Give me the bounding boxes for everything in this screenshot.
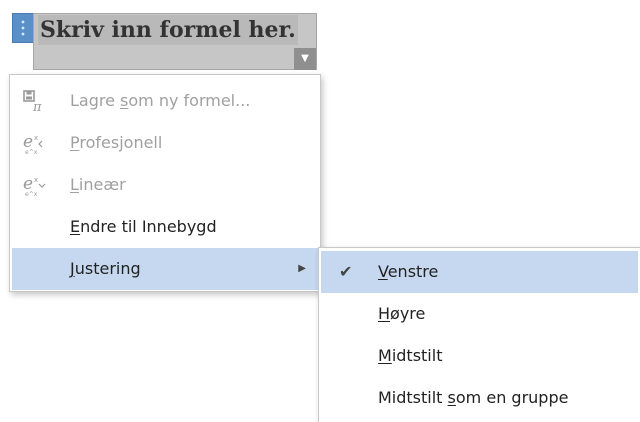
dropdown-arrow-icon: ▼ [301, 53, 309, 64]
svg-text:e^x: e^x [25, 149, 38, 155]
check-icon: ✔ [339, 262, 353, 281]
save-formula-icon: π [23, 90, 42, 113]
svg-text:π: π [32, 100, 42, 113]
equation-placeholder-text[interactable]: Skriv inn formel her. [38, 15, 298, 45]
justification-submenu: ✔ Venstre Høyre Midtstilt Midtstilt som … [318, 247, 640, 422]
submenu-item-right[interactable]: Høyre [321, 293, 638, 335]
equation-options-dropdown[interactable]: ▼ [294, 48, 316, 70]
grip-dots-icon [21, 19, 25, 37]
menu-item-linear[interactable]: e x e^x Lineær [12, 164, 318, 206]
professional-format-icon: e x e^x [23, 132, 43, 155]
submenu-arrow-icon: ▶ [298, 263, 306, 274]
submenu-item-centered-as-group[interactable]: Midtstilt som en gruppe [321, 377, 638, 419]
menu-item-professional[interactable]: e x e^x Profesjonell [12, 122, 318, 164]
submenu-item-centered[interactable]: Midtstilt [321, 335, 638, 377]
linear-format-icon: e x e^x [23, 174, 46, 197]
equation-options-menu: π Lagre som ny formel... e x e^x Profesj… [9, 74, 321, 292]
svg-text:x: x [34, 134, 38, 142]
equation-placeholder[interactable]: Skriv inn formel her. ▼ [33, 13, 317, 70]
equation-drag-handle[interactable] [12, 13, 35, 43]
svg-text:x: x [34, 176, 38, 184]
svg-text:e^x: e^x [25, 191, 38, 197]
submenu-item-left[interactable]: ✔ Venstre [321, 251, 638, 293]
menu-item-save-as-new-formula[interactable]: π Lagre som ny formel... [12, 80, 318, 122]
menu-item-change-to-inline[interactable]: Endre til Innebygd [12, 206, 318, 248]
menu-item-justification[interactable]: Justering ▶ [12, 248, 318, 290]
